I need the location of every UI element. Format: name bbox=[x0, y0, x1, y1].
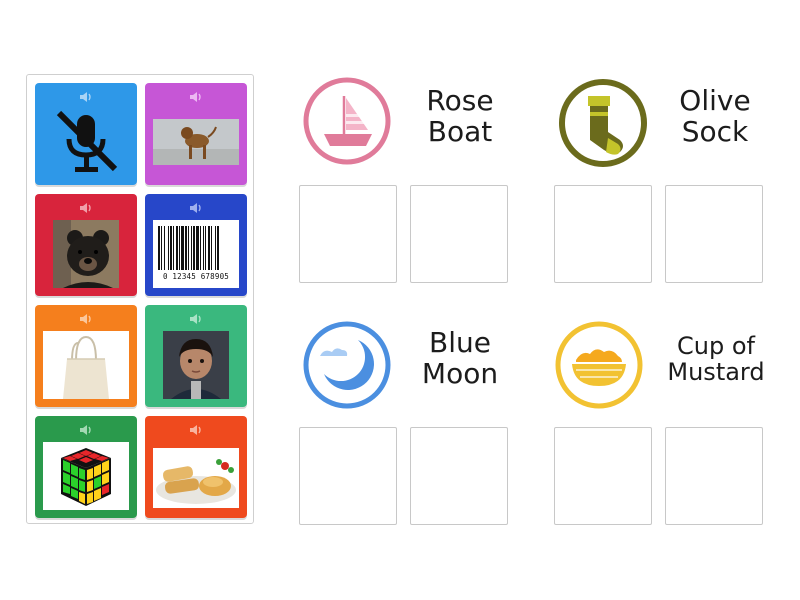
group-title-line: Blue bbox=[429, 326, 491, 359]
speaker-icon[interactable] bbox=[79, 313, 93, 325]
drop-slot-rose-boat-1[interactable] bbox=[299, 185, 397, 283]
moon-icon bbox=[303, 321, 391, 409]
dog-card[interactable] bbox=[145, 83, 247, 185]
group-title-line: Olive bbox=[679, 84, 751, 117]
barcode-digits: 0 12345 678905 bbox=[162, 272, 229, 281]
drop-slot-cup-of-mustard-1[interactable] bbox=[554, 427, 652, 525]
bear-card[interactable] bbox=[35, 194, 137, 296]
tote-bag-photo bbox=[43, 331, 129, 399]
bear-cub-photo bbox=[53, 220, 119, 288]
drop-slot-olive-sock-2[interactable] bbox=[665, 185, 763, 283]
card-tray: 0 12345 678905 bbox=[26, 74, 254, 524]
speaker-icon[interactable] bbox=[79, 202, 93, 214]
drop-slot-cup-of-mustard-2[interactable] bbox=[665, 427, 763, 525]
barcode-image: 0 12345 678905 bbox=[153, 220, 239, 288]
food-plate-card[interactable] bbox=[145, 416, 247, 518]
child-card[interactable] bbox=[145, 305, 247, 407]
drop-slot-rose-boat-2[interactable] bbox=[410, 185, 508, 283]
speaker-icon[interactable] bbox=[189, 202, 203, 214]
dog-photo bbox=[153, 119, 239, 165]
group-title-olive-sock: Olive Sock bbox=[660, 84, 770, 148]
rubiks-cube-card[interactable] bbox=[35, 416, 137, 518]
speaker-icon[interactable] bbox=[189, 91, 203, 103]
food-plate-photo bbox=[153, 448, 239, 508]
child-portrait-photo bbox=[163, 331, 229, 399]
group-title-line: Sock bbox=[681, 114, 749, 148]
sock-icon bbox=[559, 79, 647, 167]
group-title-line: Boat bbox=[427, 114, 493, 148]
drop-slot-blue-moon-2[interactable] bbox=[410, 427, 508, 525]
sailboat-icon bbox=[303, 77, 391, 165]
group-title-cup-of-mustard: Cup of Mustard bbox=[656, 333, 776, 386]
barcode-card[interactable]: 0 12345 678905 bbox=[145, 194, 247, 296]
group-title-rose-boat: Rose Boat bbox=[405, 84, 515, 148]
mustard-bowl-icon bbox=[555, 321, 643, 409]
speaker-icon[interactable] bbox=[79, 424, 93, 436]
group-title-line: Rose bbox=[426, 84, 494, 117]
speaker-icon[interactable] bbox=[189, 313, 203, 325]
group-title-line: Mustard bbox=[667, 358, 765, 387]
group-title-line: Moon bbox=[421, 356, 499, 390]
speaker-icon[interactable] bbox=[79, 91, 93, 103]
drop-slot-blue-moon-1[interactable] bbox=[299, 427, 397, 525]
speaker-icon[interactable] bbox=[189, 424, 203, 436]
tote-bag-card[interactable] bbox=[35, 305, 137, 407]
rubiks-cube-image bbox=[43, 442, 129, 510]
mute-card[interactable] bbox=[35, 83, 137, 185]
group-title-blue-moon: Blue Moon bbox=[405, 326, 515, 390]
muted-microphone-icon bbox=[56, 110, 118, 172]
group-title-line: Cup of bbox=[677, 332, 755, 360]
drop-slot-olive-sock-1[interactable] bbox=[554, 185, 652, 283]
